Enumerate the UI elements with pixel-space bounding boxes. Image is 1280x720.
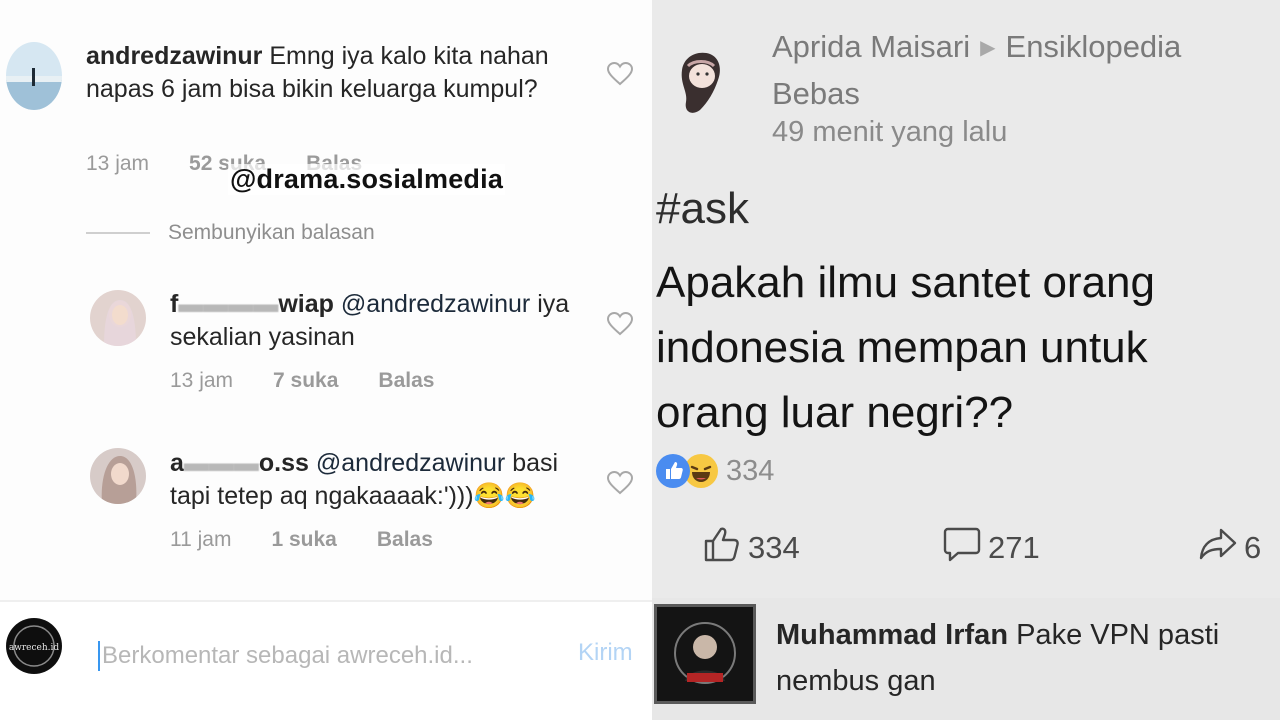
post-header: Aprida Maisari ▶ Ensiklopedia Bebas 49 men…	[652, 0, 1280, 170]
heart-icon[interactable]	[607, 312, 633, 336]
reply-time: 13 jam	[170, 369, 234, 392]
share-button[interactable]: 6	[1198, 526, 1261, 570]
divider	[86, 232, 150, 234]
current-user-avatar: awreceh.id	[6, 618, 62, 674]
post-author-line: Aprida Maisari ▶ Ensiklopedia Bebas	[772, 24, 1272, 117]
comment-text: andredzawinur Emng iya kalo kita nahan n…	[86, 40, 586, 106]
heart-icon[interactable]	[607, 62, 633, 86]
comment-bar: awreceh.id Berkomentar sebagai awreceh.i…	[0, 600, 652, 720]
comment-button[interactable]: 271	[942, 526, 1040, 570]
post-body: Apakah ilmu santet orang indonesia mempa…	[656, 258, 1155, 437]
reaction-count: 334	[726, 454, 775, 487]
post-actions: 334 271 6	[652, 526, 1280, 570]
comment-username[interactable]: andredzawinur	[86, 42, 262, 70]
commenter-name[interactable]: Muhammad Irfan	[776, 619, 1008, 651]
watermark: @drama.sosialmedia	[228, 164, 506, 195]
reply-username[interactable]: a▬▬▬o.ss	[170, 449, 309, 477]
share-count: 6	[1244, 530, 1262, 565]
laugh-emoji: 😂😂	[473, 482, 536, 510]
reply-text: f▬▬▬▬wiap @andredzawinur iya sekalian ya…	[170, 288, 590, 354]
like-button[interactable]: 334	[702, 526, 800, 570]
comment-count: 271	[988, 530, 1040, 565]
commenter-avatar[interactable]	[654, 604, 756, 704]
like-count: 334	[748, 530, 800, 565]
censor-blur: ▬▬▬	[183, 449, 259, 477]
avatar-reply-user-1[interactable]	[90, 290, 146, 346]
comment-time: 13 jam	[86, 152, 150, 175]
avatar-reply-user-2[interactable]	[90, 448, 146, 504]
reply-likes[interactable]: 1 suka	[271, 528, 336, 552]
share-arrow-icon	[1198, 525, 1244, 571]
mention-link[interactable]: @andredzawinur	[341, 290, 530, 318]
reply-likes[interactable]: 7 suka	[273, 369, 338, 393]
reply-meta: 11 jam 1 suka Balas	[170, 528, 433, 552]
top-comment: Muhammad Irfan Pake VPN pasti nembus gan	[652, 598, 1280, 720]
thumbs-up-icon	[702, 525, 748, 571]
reply-text: a▬▬▬o.ss @andredzawinur basi tapi tetep …	[170, 447, 590, 513]
reply-meta: 13 jam 7 suka Balas	[170, 369, 434, 393]
instagram-comments-panel: andredzawinur Emng iya kalo kita nahan n…	[0, 0, 652, 720]
reply-time: 11 jam	[170, 528, 232, 551]
avatar-logo-text: awreceh.id	[9, 643, 60, 653]
reply-button[interactable]: Balas	[378, 369, 434, 393]
heart-icon[interactable]	[607, 471, 633, 495]
post-timestamp[interactable]: 49 menit yang lalu	[772, 116, 1007, 149]
author-avatar[interactable]	[658, 40, 742, 124]
facebook-post-panel: Aprida Maisari ▶ Ensiklopedia Bebas 49 men…	[652, 0, 1280, 720]
post-hashtag[interactable]: #ask	[656, 184, 749, 234]
reply-button[interactable]: Balas	[377, 528, 433, 552]
comment-placeholder: Berkomentar sebagai awreceh.id...	[102, 642, 473, 669]
like-reaction-icon	[656, 454, 690, 488]
arrow-right-icon: ▶	[980, 37, 996, 59]
censor-blur: ▬▬▬▬	[178, 290, 279, 318]
comment-input[interactable]: Berkomentar sebagai awreceh.id...	[98, 636, 548, 676]
author-name[interactable]: Aprida Maisari	[772, 29, 970, 64]
reaction-summary[interactable]: 334	[656, 452, 774, 490]
send-button[interactable]: Kirim	[578, 639, 633, 667]
hide-replies-button[interactable]: Sembunyikan balasan	[168, 221, 375, 245]
speech-bubble-icon	[942, 525, 988, 571]
text-caret	[98, 641, 100, 671]
avatar-andredzawinur[interactable]	[6, 42, 62, 110]
mention-link[interactable]: @andredzawinur	[316, 449, 505, 477]
top-comment-text: Muhammad Irfan Pake VPN pasti nembus gan	[776, 612, 1276, 704]
reply-username[interactable]: f▬▬▬▬wiap	[170, 290, 334, 318]
